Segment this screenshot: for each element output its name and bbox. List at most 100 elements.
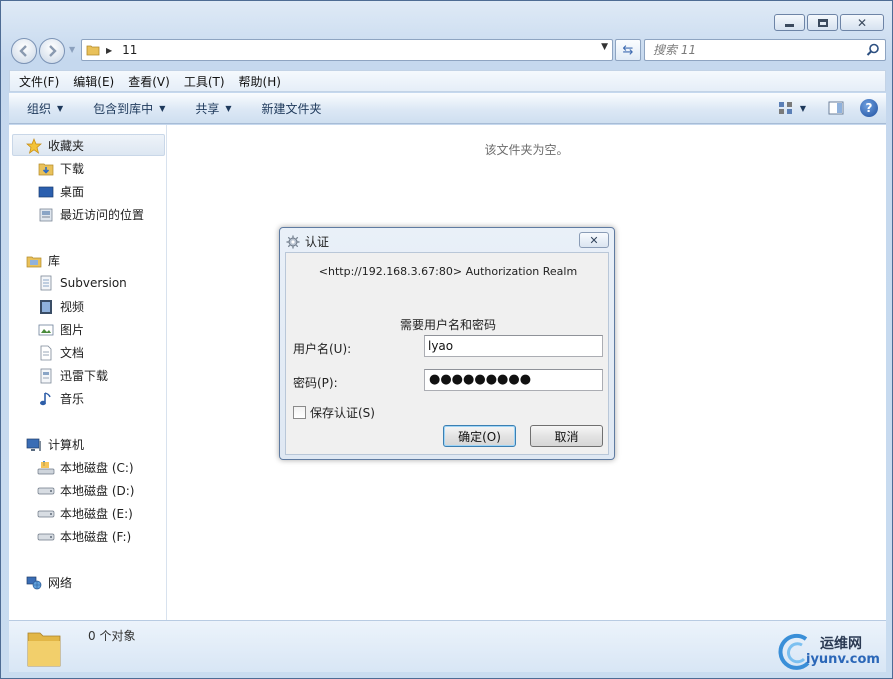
hard-drive-icon [37,529,55,545]
password-mask: ●●●●●●●●● [429,372,532,387]
cancel-button[interactable]: 取消 [530,425,603,447]
sidebar-item-label: 视频 [60,300,85,314]
sidebar-item-label: 库 [48,254,61,268]
menu-file[interactable]: 文件(F) [10,73,64,90]
include-in-library-button[interactable]: 包含到库中 ▼ [75,100,177,117]
sidebar-item-label: 下载 [60,162,85,176]
search-input[interactable] [653,40,863,60]
search-icon[interactable] [866,43,880,57]
sidebar-item-pictures[interactable]: 图片 [37,321,84,338]
sidebar-item-downloads[interactable]: 下载 [37,160,84,177]
sidebar-item-label: 本地磁盘 (F:) [60,530,132,544]
sidebar-item-label: 图片 [60,323,85,337]
video-icon [37,299,55,315]
recent-places-icon [37,207,55,223]
search-box[interactable] [644,39,886,61]
breadcrumb-arrow-icon[interactable]: ▶ [106,46,112,55]
libraries-icon [25,253,43,269]
new-folder-button[interactable]: 新建文件夹 [244,100,334,117]
caption-buttons: ✕ [774,14,884,31]
minimize-icon [785,23,794,27]
sidebar-item-label: 收藏夹 [48,139,85,153]
password-field[interactable]: ●●●●●●●●● [424,369,603,391]
sidebar-item-favorites[interactable]: 收藏夹 [25,137,84,154]
auth-dialog: 认证 ✕ <http://192.168.3.67:80> Authorizat… [279,227,615,460]
sidebar-item-label: 计算机 [48,438,85,452]
star-icon [25,137,43,154]
organize-label: 组织 [27,101,52,116]
recent-pages-dropdown-icon[interactable]: ▼ [69,45,75,54]
item-count: 0 个对象 [88,629,136,643]
change-view-button[interactable] [778,98,794,118]
sidebar-item-subversion[interactable]: Subversion [37,275,127,291]
username-label: 用户名(U): [293,342,352,356]
computer-icon [25,437,43,453]
sidebar-item-label: 本地磁盘 (E:) [60,507,133,521]
forward-button[interactable] [39,38,65,64]
details-pane: 0 个对象 运维网 iyunv.com [9,620,886,672]
address-bar[interactable]: ▶ 11 ▼ [81,39,613,61]
folder-large-icon [27,632,61,667]
sidebar-item-disk-d[interactable]: 本地磁盘 (D:) [37,482,134,499]
menu-edit[interactable]: 编辑(E) [64,73,119,90]
menu-bar: 文件(F) 编辑(E) 查看(V) 工具(T) 帮助(H) [9,70,886,92]
chevron-down-icon: ▼ [159,103,166,113]
chevron-down-icon: ▼ [799,103,806,113]
menu-tools[interactable]: 工具(T) [175,73,230,90]
gear-icon [286,235,300,248]
hard-drive-icon [37,506,55,522]
sidebar-item-label: 最近访问的位置 [60,208,145,222]
sidebar-item-disk-f[interactable]: 本地磁盘 (F:) [37,528,131,545]
sidebar-item-label: 本地磁盘 (C:) [60,461,134,475]
chevron-down-icon: ▼ [225,103,232,113]
sidebar-item-documents[interactable]: 文档 [37,344,84,361]
minimize-button[interactable] [774,14,805,31]
help-icon: ? [860,99,878,117]
explorer-window: ✕ ▼ ▶ 11 ▼ ⇆ 文件(F) 编辑(E) [0,0,893,679]
sidebar-item-videos[interactable]: 视频 [37,298,84,315]
sidebar-item-music[interactable]: 音乐 [37,390,84,407]
share-button[interactable]: 共享 ▼ [177,100,243,117]
watermark-title: 运维网 [820,636,862,652]
username-input[interactable] [425,336,602,356]
ok-button[interactable]: 确定(O) [443,425,516,447]
dialog-close-button[interactable]: ✕ [579,232,609,248]
sidebar-item-desktop[interactable]: 桌面 [37,183,84,200]
menu-view[interactable]: 查看(V) [119,73,175,90]
share-label: 共享 [195,101,220,116]
refresh-button[interactable]: ⇆ [615,39,641,61]
credentials-prompt: 需要用户名和密码 [399,318,496,332]
address-dropdown-icon[interactable]: ▼ [601,42,608,52]
sidebar-item-recent-places[interactable]: 最近访问的位置 [37,206,144,223]
save-credentials-label: 保存认证(S) [310,406,375,420]
help-button[interactable]: ? [860,98,878,118]
system-drive-icon [37,460,55,476]
menu-help[interactable]: 帮助(H) [230,73,286,90]
close-button[interactable]: ✕ [840,14,884,31]
close-icon: ✕ [856,15,868,30]
documents-icon [37,345,55,361]
breadcrumb-folder[interactable]: 11 [122,43,137,57]
username-field-frame[interactable] [424,335,603,357]
sidebar-item-network[interactable]: 网络 [25,574,72,591]
preview-pane-button[interactable] [828,98,844,118]
thunder-downloads-icon [37,368,55,384]
organize-button[interactable]: 组织 ▼ [9,100,75,117]
save-credentials-checkbox[interactable]: 保存认证(S) [293,404,375,421]
music-note-icon [37,391,55,407]
empty-folder-message: 该文件夹为空。 [484,143,569,157]
subversion-library-icon [37,275,55,291]
sidebar-item-thunder-downloads[interactable]: 迅雷下载 [37,367,108,384]
maximize-button[interactable] [807,14,838,31]
sidebar-item-disk-e[interactable]: 本地磁盘 (E:) [37,505,133,522]
view-options-dropdown[interactable]: ▼ [800,98,822,118]
dialog-title: 认证 [305,235,330,249]
sidebar-item-computer[interactable]: 计算机 [25,436,84,453]
include-library-label: 包含到库中 [93,101,154,116]
sidebar-item-disk-c[interactable]: 本地磁盘 (C:) [37,459,134,476]
back-button[interactable] [11,38,37,64]
realm-text: <http://192.168.3.67:80> Authorization R… [318,265,578,278]
checkbox-box[interactable] [293,406,306,419]
command-bar: 组织 ▼ 包含到库中 ▼ 共享 ▼ 新建文件夹 ▼ ? [9,93,886,124]
sidebar-item-libraries[interactable]: 库 [25,252,60,269]
